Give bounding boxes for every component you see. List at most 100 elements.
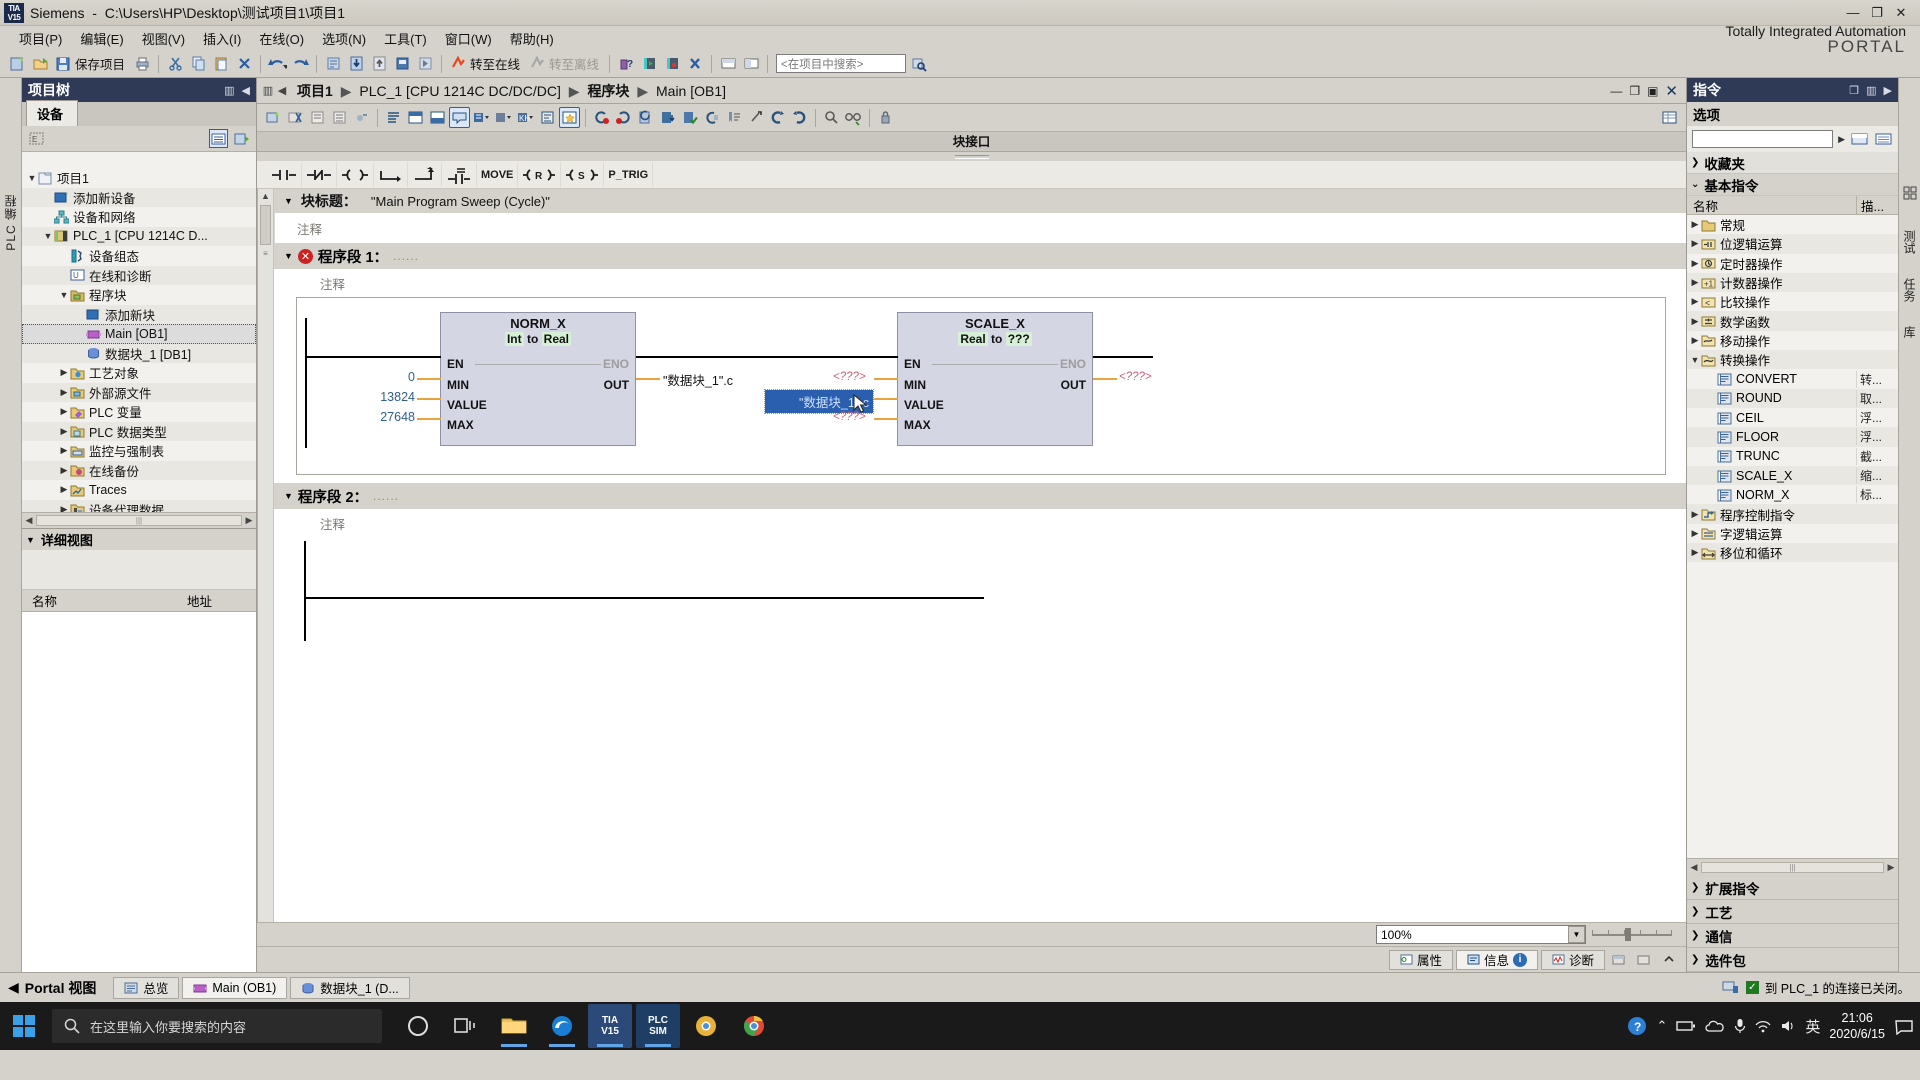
next-nav-icon[interactable] (789, 107, 810, 128)
task-view-icon[interactable] (444, 1004, 488, 1048)
breadcrumb-item-plc[interactable]: PLC_1 [CPU 1214C DC/DC/DC] (359, 83, 561, 99)
vertical-tab-plc-programming[interactable]: PLC 编程 (0, 188, 21, 257)
scale-x-max-value[interactable]: <???> (833, 411, 866, 423)
microphone-icon[interactable] (1734, 1018, 1746, 1034)
breadcrumb-item-project[interactable]: 项目1 (297, 83, 333, 99)
binoculars-icon[interactable] (843, 107, 864, 128)
goto-online-label[interactable]: 转至在线 (470, 54, 525, 73)
paste-icon[interactable] (210, 53, 232, 75)
tab-info[interactable]: 信息 i (1455, 949, 1538, 970)
instruction-item-15[interactable]: ▶ 程序控制指令 (1687, 504, 1898, 524)
scale-x-pin-min[interactable]: MIN (904, 378, 926, 392)
menu-item-window[interactable]: 窗口(W) (436, 27, 501, 50)
goto-offline-icon[interactable] (526, 53, 548, 75)
menu-item-insert[interactable]: 插入(I) (194, 27, 250, 50)
diagnostics-query-icon[interactable]: ? (615, 53, 637, 75)
tree-item-5[interactable]: U 在线和诊断 (22, 265, 256, 285)
save-icon[interactable] (52, 53, 74, 75)
instruction-expander-icon[interactable]: ▶ (1689, 547, 1701, 558)
delete-icon[interactable] (233, 53, 255, 75)
menu-item-view[interactable]: 视图(V) (133, 27, 194, 50)
instruction-expander-icon[interactable]: ▶ (1689, 335, 1701, 346)
code-gutter[interactable]: ▲ ≡ (258, 189, 274, 922)
search-dropdown-icon[interactable]: ▶ (1838, 134, 1845, 145)
goto-error-prev-icon[interactable] (591, 107, 612, 128)
minimize-button[interactable]: — (1846, 6, 1860, 20)
vertical-tab-tasks[interactable]: 任务 (1901, 278, 1918, 302)
search-in-project-icon[interactable] (907, 53, 929, 75)
instruction-item-3[interactable]: ▶ +1 计数器操作 (1687, 272, 1898, 293)
scale-x-pin-max[interactable]: MAX (904, 418, 931, 432)
tree-expander-icon[interactable]: ▶ (58, 387, 70, 398)
instruction-expander-icon[interactable]: ▶ (1689, 316, 1701, 327)
instructions-section-extended[interactable]: ❯ 扩展指令 (1687, 876, 1898, 900)
insert-network-icon[interactable] (263, 107, 284, 128)
taskbar-clock[interactable]: 21:06 2020/6/15 (1829, 1010, 1885, 1042)
editor-maximize-button[interactable]: ▣ (1647, 84, 1658, 98)
instruction-item-2[interactable]: ▶ 定时器操作 (1687, 254, 1898, 273)
print-icon[interactable] (131, 53, 153, 75)
portal-view-button[interactable]: ◀ Portal 视图 (8, 978, 110, 998)
download-icon[interactable] (345, 53, 367, 75)
tree-expander-icon[interactable]: ▶ (58, 445, 70, 456)
goto-error-next-icon[interactable] (613, 107, 634, 128)
tree-expander-icon[interactable]: ▼ (42, 231, 54, 241)
cortana-icon[interactable] (396, 1004, 440, 1048)
tree-expander-icon[interactable]: ▶ (58, 465, 70, 476)
breadcrumb-item-blocks[interactable]: 程序块 (587, 83, 629, 99)
bookmark-icon[interactable] (723, 107, 744, 128)
tab-overview[interactable]: 总览 (113, 976, 180, 999)
norm-x-pin-value[interactable]: VALUE (447, 398, 487, 412)
block-interface-header[interactable]: 块接口 (257, 132, 1686, 152)
ladder-canvas[interactable]: ▼ 块标题： "Main Program Sweep (Cycle)" 注释 ▼… (274, 189, 1686, 922)
tree-item-11[interactable]: ▶ 外部源文件 (22, 382, 256, 402)
cross-reference-icon[interactable] (821, 107, 842, 128)
breadcrumb-back-icon[interactable]: ◀ (275, 84, 289, 97)
tia-portal-icon[interactable]: TIA V15 (588, 1004, 632, 1048)
project-tree-hscrollbar[interactable]: ◀ ||| ▶ (22, 512, 256, 528)
tree-expander-icon[interactable]: ▼ (58, 290, 70, 300)
edge-icon[interactable] (540, 1004, 584, 1048)
tree-item-6[interactable]: ▼ 程序块 (22, 285, 256, 305)
instruction-item-9[interactable]: ROUND 取... (1687, 388, 1898, 408)
open-project-icon[interactable] (29, 53, 51, 75)
compile-icon[interactable] (322, 53, 344, 75)
plcsim-icon[interactable]: PLC SIM (636, 1004, 680, 1048)
instructions-detail-view-icon[interactable] (1874, 130, 1893, 149)
float-panel-icon[interactable]: ❐ (1849, 84, 1859, 97)
save-project-label[interactable]: 保存项目 (75, 54, 130, 73)
goto-offline-label[interactable]: 转至离线 (549, 54, 604, 73)
instruction-item-12[interactable]: TRUNC 截... (1687, 447, 1898, 466)
instruction-expander-icon[interactable]: ▶ (1689, 258, 1701, 269)
instruction-expander-icon[interactable]: ▶ (1689, 296, 1701, 307)
zoom-slider-thumb[interactable] (1625, 927, 1631, 941)
instructions-grid-icon[interactable] (1903, 186, 1917, 200)
ladder-code-area[interactable]: ▲ ≡ ▼ 块标题： "Main Program Sweep (Cycle)" … (257, 189, 1686, 922)
favorite-compare-equal[interactable] (442, 162, 477, 187)
editor-close-button[interactable]: ✕ (1665, 82, 1678, 100)
status-maximize-icon[interactable] (1633, 949, 1655, 971)
block-comment[interactable]: 注释 (274, 213, 1686, 243)
scale-x-pin-eno[interactable]: ENO (1060, 357, 1086, 371)
favorite-close-branch[interactable] (408, 162, 442, 187)
instruction-item-16[interactable]: ▶ 字逻辑运算 (1687, 524, 1898, 543)
tree-portal-view-icon[interactable] (232, 129, 251, 148)
collapse-networks-icon[interactable] (307, 107, 328, 128)
instructions-section-communication[interactable]: ❯ 通信 (1687, 924, 1898, 948)
vertical-tab-libraries[interactable]: 库 (1901, 326, 1918, 338)
copy-icon[interactable] (187, 53, 209, 75)
tree-item-1[interactable]: 添加新设备 (22, 187, 256, 207)
instruction-item-5[interactable]: ▶ 数学函数 (1687, 311, 1898, 331)
norm-x-min-value[interactable]: 0 (337, 370, 415, 384)
tab-devices[interactable]: 设备 (26, 100, 79, 126)
block-title-row[interactable]: ▼ 块标题： "Main Program Sweep (Cycle)" (274, 189, 1686, 213)
protect-block-icon[interactable] (875, 107, 896, 128)
tree-item-13[interactable]: ▶ PLC 数据类型 (22, 421, 256, 441)
battery-icon[interactable] (1676, 1020, 1696, 1032)
tab-properties[interactable]: 属性 (1388, 949, 1453, 970)
network-1-comment[interactable]: 注释 (274, 269, 1686, 297)
instructions-hscrollbar[interactable]: ◀ ||| ▶ (1687, 858, 1898, 876)
tree-expander-icon[interactable]: ▶ (58, 484, 70, 495)
instructions-section-technology[interactable]: ❯ 工艺 (1687, 900, 1898, 924)
tree-item-9[interactable]: 数据块_1 [DB1] (22, 343, 256, 363)
